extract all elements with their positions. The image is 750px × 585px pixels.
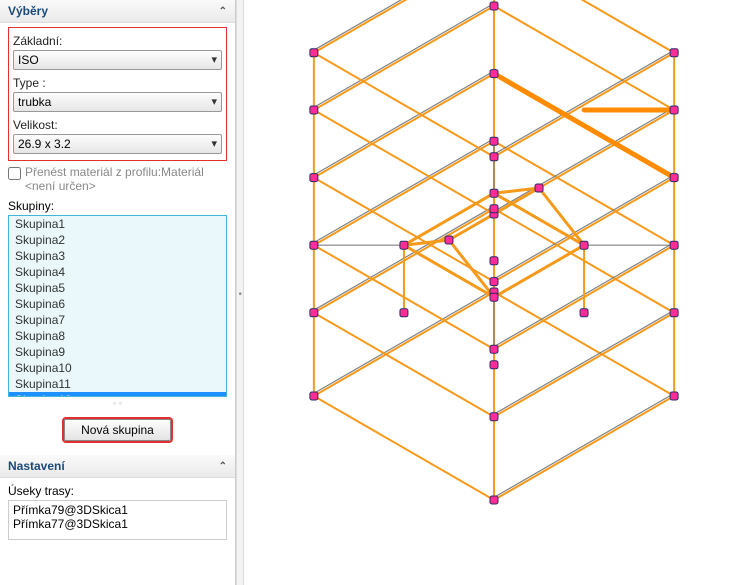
section-header-selection[interactable]: Výběry ⌃: [0, 0, 235, 23]
route-segments-label: Úseky trasy:: [8, 484, 227, 498]
basic-label: Základní:: [13, 34, 222, 48]
viewport-3d[interactable]: [244, 0, 750, 585]
list-item[interactable]: Skupina11: [9, 376, 226, 392]
list-item[interactable]: Přímka77@3DSkica1: [13, 517, 222, 531]
section-title-settings: Nastavení: [8, 459, 65, 473]
list-item[interactable]: Skupina4: [9, 264, 226, 280]
transfer-material-label: Přenést materiál z profilu:Materiál <nen…: [25, 165, 227, 193]
list-item[interactable]: Skupina6: [9, 296, 226, 312]
chevron-up-icon-2: ⌃: [219, 461, 227, 472]
groups-resize-handle[interactable]: ◦ ◦: [8, 397, 227, 409]
structural-model: [244, 0, 750, 585]
size-label: Velikost:: [13, 118, 222, 132]
list-item[interactable]: Skupina7: [9, 312, 226, 328]
list-item[interactable]: Skupina3: [9, 248, 226, 264]
section-header-settings[interactable]: Nastavení ⌃: [0, 455, 235, 478]
type-select[interactable]: trubka: [13, 92, 222, 112]
settings-body: Úseky trasy: Přímka79@3DSkica1Přímka77@3…: [0, 478, 235, 548]
list-item[interactable]: Skupina5: [9, 280, 226, 296]
groups-label: Skupiny:: [8, 199, 227, 213]
list-item[interactable]: Skupina1: [9, 216, 226, 232]
list-item[interactable]: Přímka79@3DSkica1: [13, 503, 222, 517]
list-item[interactable]: Skupina2: [9, 232, 226, 248]
size-select[interactable]: 26.9 x 3.2: [13, 134, 222, 154]
panel-splitter[interactable]: ••: [236, 0, 244, 585]
basic-select[interactable]: ISO: [13, 50, 222, 70]
new-group-button[interactable]: Nová skupina: [64, 419, 171, 441]
list-item[interactable]: Skupina10: [9, 360, 226, 376]
property-panel: Výběry ⌃ Základní: ISO Type : trubka Vel…: [0, 0, 236, 585]
chevron-up-icon: ⌃: [219, 6, 227, 17]
list-item[interactable]: Skupina8: [9, 328, 226, 344]
groups-listbox[interactable]: Skupina1Skupina2Skupina3Skupina4Skupina5…: [8, 215, 227, 397]
type-label: Type :: [13, 76, 222, 90]
route-segments-listbox[interactable]: Přímka79@3DSkica1Přímka77@3DSkica1: [8, 500, 227, 540]
transfer-material-checkbox[interactable]: [8, 167, 21, 180]
selection-body: Základní: ISO Type : trubka Velikost: 26…: [0, 23, 235, 455]
list-item[interactable]: Skupina9: [9, 344, 226, 360]
profile-params-highlight: Základní: ISO Type : trubka Velikost: 26…: [8, 27, 227, 161]
section-title-selection: Výběry: [8, 4, 48, 18]
transfer-material-row[interactable]: Přenést materiál z profilu:Materiál <nen…: [8, 165, 227, 193]
